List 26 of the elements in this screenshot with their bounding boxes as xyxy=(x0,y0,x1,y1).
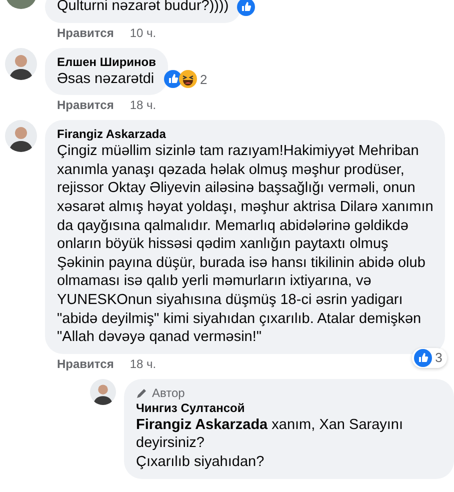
comment-text: Firangiz Askarzada xanım, Xan Sarayını deyirsiniz? Çıxarılıb siyahıdan? xyxy=(136,416,404,472)
avatar[interactable] xyxy=(5,48,37,80)
reaction-count: 3 xyxy=(435,350,442,366)
reaction-count: 2 xyxy=(200,72,208,87)
reaction-summary[interactable] xyxy=(234,0,257,17)
comment-author[interactable]: Firangiz Askarzada xyxy=(57,127,434,142)
comment-time[interactable]: 18 ч. xyxy=(130,356,156,371)
like-link[interactable]: Нравится xyxy=(57,26,114,40)
thumbs-up-icon xyxy=(164,70,182,88)
reaction-summary[interactable]: 2 xyxy=(162,69,212,90)
thumbs-up-icon xyxy=(414,348,432,367)
comment-time[interactable]: 18 ч. xyxy=(130,98,156,112)
comment-author[interactable]: Чингиз Султансой xyxy=(136,400,442,415)
comment-time[interactable]: 10 ч. xyxy=(130,26,156,40)
comment-text: Çingiz müəllim sizinlə tam razıyam!Hakimiyyət Mehriban xanımla yanaşı qəzada həlak olmuş məşhur prodüser, rejissor Oktay Əliyevin ailəsinə başsağlığı verməli, onun xəsarət almış həyat yoldaşı, məşhur aktrisa Dilarə xanımın da qayğısına qalmalıdır. Memarlıq abidələrinə gəldikdə onların böyük hissəsi qədim xanlığın paytaxtı olmuş Şəkinin payına düşür, burada isə hansı tikilinin abidə olub olmaması isə qalıb yerli məmurların ixtiyarına, və YUNESKOnun siyahısına düşmüş 18-ci əsrin yadigarı "abidə deyilmiş" kimi siyahıdan çıxarılıb. Atalar demişkən "Allah dəvəyə qanad verməsin!" xyxy=(57,142,434,347)
comment-author[interactable]: Елшен Ширинов xyxy=(57,54,156,69)
like-link[interactable]: Нравится xyxy=(57,98,114,112)
reaction-summary[interactable]: 3 xyxy=(412,348,448,368)
badge-label: Автор xyxy=(152,386,185,400)
like-link[interactable]: Нравится xyxy=(57,356,114,371)
comment-text: Əsas nəzarətdi xyxy=(57,70,156,88)
pen-icon xyxy=(136,386,148,399)
laughing-emoji-icon xyxy=(178,70,197,88)
thumbs-up-icon xyxy=(236,0,255,16)
avatar[interactable] xyxy=(5,120,37,152)
avatar[interactable] xyxy=(90,378,116,405)
